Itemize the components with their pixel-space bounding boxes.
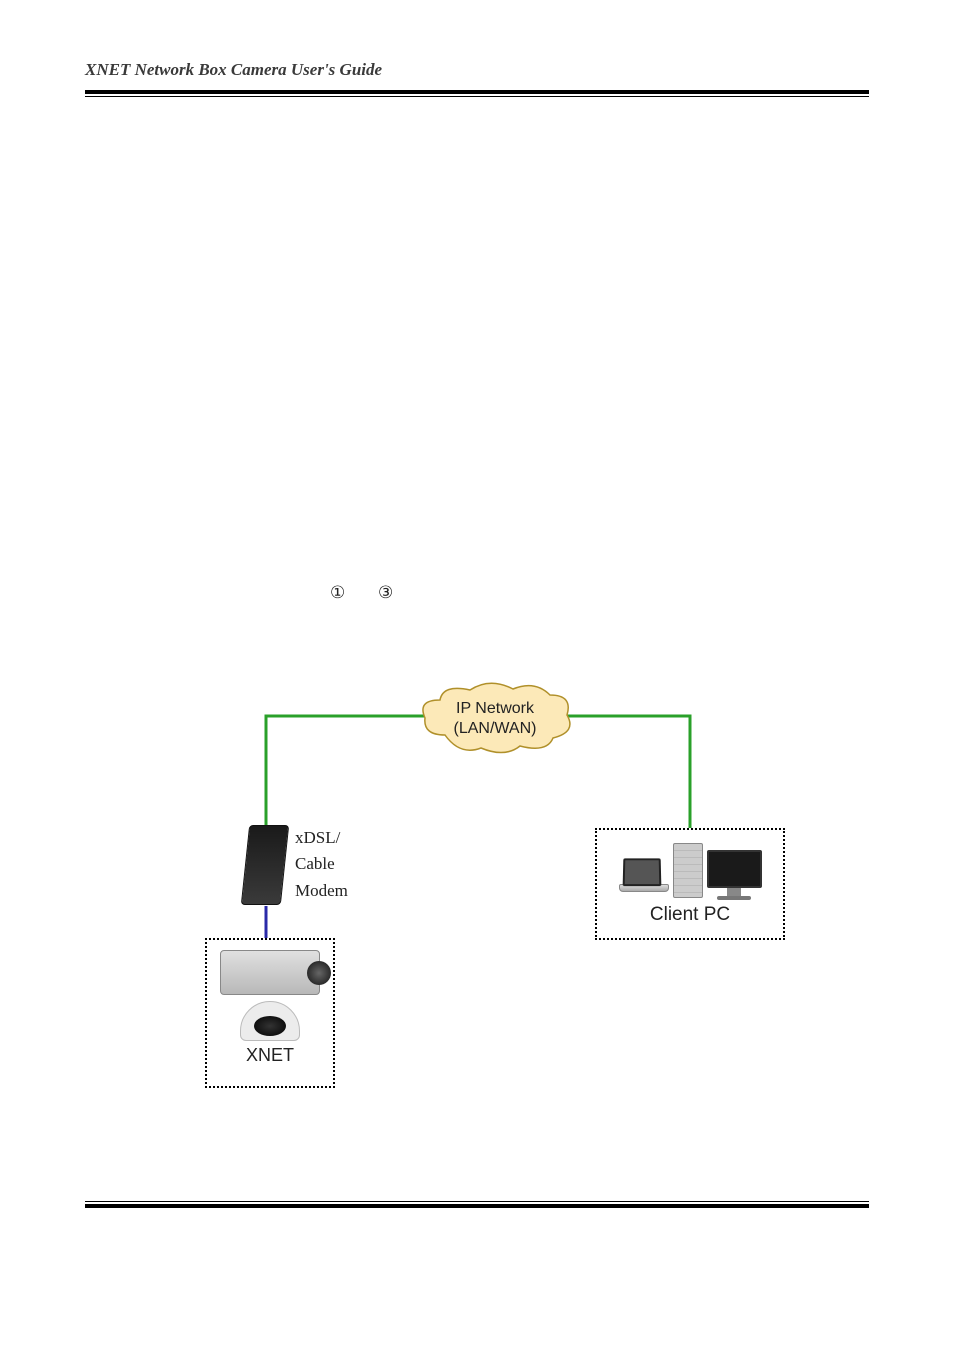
modem-label-line1: xDSL/ [295,825,348,851]
circled-number-markers: ① ③ [330,583,421,603]
modem-label-line2: Cable [295,851,348,877]
marker-one: ① [330,583,345,602]
xnet-camera-group: XNET [205,938,335,1088]
client-pc-group: Client PC [595,828,785,940]
laptop-icon [619,858,669,898]
modem-label-line3: Modem [295,878,348,904]
modem-icon [241,825,289,905]
box-camera-icon [220,950,320,995]
modem-device: xDSL/ Cable Modem [245,825,348,905]
footer-divider [85,1201,869,1208]
header-divider-thin [85,96,869,97]
cloud-label-line2: (LAN/WAN) [454,719,537,739]
page-header-title: XNET Network Box Camera User's Guide [85,60,869,80]
pc-tower-icon [673,843,703,898]
xnet-label: XNET [207,1045,333,1066]
monitor-icon [707,850,762,898]
marker-three: ③ [378,583,393,602]
client-pc-label: Client PC [597,904,783,926]
cloud-label-line1: IP Network [454,699,537,719]
dome-camera-icon [240,1001,300,1041]
ip-network-cloud: IP Network (LAN/WAN) [415,680,575,758]
network-diagram: IP Network (LAN/WAN) xDSL/ Cable Modem X… [200,670,780,1110]
header-divider-thick [85,90,869,94]
